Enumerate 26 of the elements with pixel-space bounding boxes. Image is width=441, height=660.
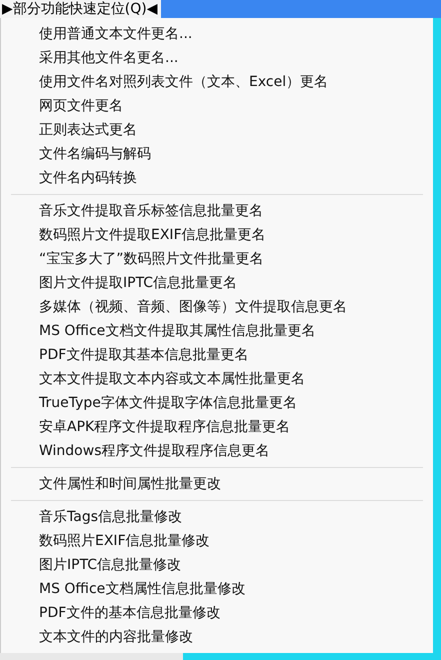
menu-item[interactable]: MS Office文档属性信息批量修改 bbox=[1, 577, 433, 601]
menu-item[interactable]: 多媒体（视频、音频、图像等）文件提取信息更名 bbox=[1, 295, 433, 319]
menu-item[interactable]: PDF文件提取其基本信息批量更名 bbox=[1, 343, 433, 367]
menu-item[interactable]: 数码照片文件提取EXIF信息批量更名 bbox=[1, 223, 433, 247]
menu-item[interactable]: 使用普通文本文件更名... bbox=[1, 22, 433, 46]
menu-item[interactable]: MS Office文档文件提取其属性信息批量更名 bbox=[1, 319, 433, 343]
menu-item[interactable]: 网页文件更名 bbox=[1, 94, 433, 118]
menu-item[interactable]: PDF文件的基本信息批量修改 bbox=[1, 601, 433, 625]
menu-item[interactable]: 文件属性和时间属性批量更改 bbox=[1, 472, 433, 496]
menu-item[interactable]: TrueType字体文件提取字体信息批量更名 bbox=[1, 391, 433, 415]
menu-item[interactable]: 使用文件名对照列表文件（文本、Excel）更名 bbox=[1, 70, 433, 94]
menu-item[interactable]: 文本文件提取文本内容或文本属性批量更名 bbox=[1, 367, 433, 391]
menu-item[interactable]: 音乐Tags信息批量修改 bbox=[1, 505, 433, 529]
menu-item[interactable]: 数码照片EXIF信息批量修改 bbox=[1, 529, 433, 553]
menu-item[interactable]: 文本文件的内容批量修改 bbox=[1, 625, 433, 649]
menu-item[interactable]: 正则表达式更名 bbox=[1, 118, 433, 142]
menu-header[interactable]: ▶部分功能快速定位(Q)◀ bbox=[0, 0, 162, 18]
menu-item[interactable]: 音乐文件提取音乐标签信息批量更名 bbox=[1, 199, 433, 223]
menu-item[interactable]: “宝宝多大了”数码照片文件批量更名 bbox=[1, 247, 433, 271]
menu-item[interactable]: 文件名编码与解码 bbox=[1, 142, 433, 166]
menu-item[interactable]: 安卓APK程序文件提取程序信息批量更名 bbox=[1, 415, 433, 439]
menu-item[interactable]: 图片IPTC信息批量修改 bbox=[1, 553, 433, 577]
menu-item[interactable]: 文件名内码转换 bbox=[1, 166, 433, 190]
menu-item[interactable]: 采用其他文件名更名... bbox=[1, 46, 433, 70]
menu-item[interactable]: Windows程序文件提取程序信息更名 bbox=[1, 439, 433, 463]
menu-item[interactable]: 图片文件提取IPTC信息批量更名 bbox=[1, 271, 433, 295]
